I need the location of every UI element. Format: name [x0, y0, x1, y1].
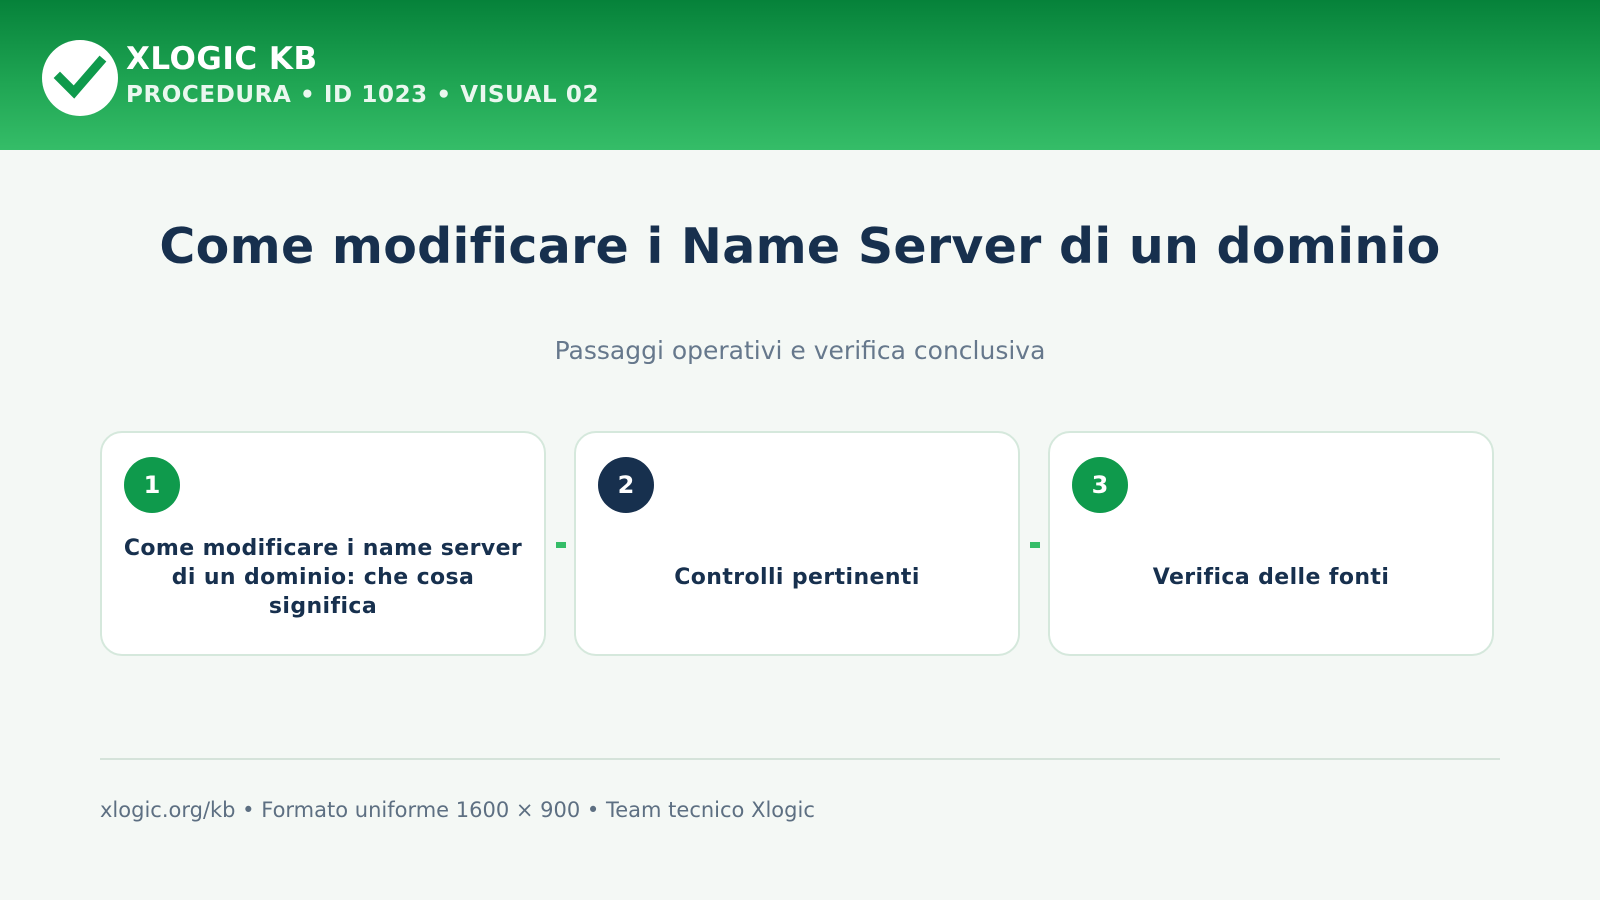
header-banner: XLOGIC KB PROCEDURA • ID 1023 • VISUAL 0… — [0, 0, 1600, 150]
step-label: Controlli pertinenti — [674, 564, 920, 590]
step-connector — [556, 542, 566, 548]
step-number-badge: 3 — [1072, 457, 1128, 513]
checkmark-icon — [53, 55, 107, 99]
step-label: Verifica delle fonti — [1152, 564, 1390, 590]
footer-text: xlogic.org/kb • Formato uniforme 1600 × … — [100, 798, 815, 822]
step-card-1: 1 Come modificare i name server di un do… — [100, 431, 546, 656]
brand-subtitle: PROCEDURA • ID 1023 • VISUAL 02 — [126, 82, 600, 108]
step-label: Come modificare i name server di un domi… — [123, 535, 523, 619]
page-title: Come modificare i Name Server di un domi… — [159, 218, 1441, 275]
footer-divider — [100, 758, 1500, 760]
page-subtitle: Passaggi operativi e verifica conclusiva — [554, 336, 1046, 365]
step-number-badge: 1 — [124, 457, 180, 513]
brand-name: XLOGIC KB — [126, 41, 318, 77]
step-connector — [1030, 542, 1040, 548]
logo — [42, 40, 118, 116]
step-card-3: 3 Verifica delle fonti — [1048, 431, 1494, 656]
step-number-badge: 2 — [598, 457, 654, 513]
step-card-2: 2 Controlli pertinenti — [574, 431, 1020, 656]
